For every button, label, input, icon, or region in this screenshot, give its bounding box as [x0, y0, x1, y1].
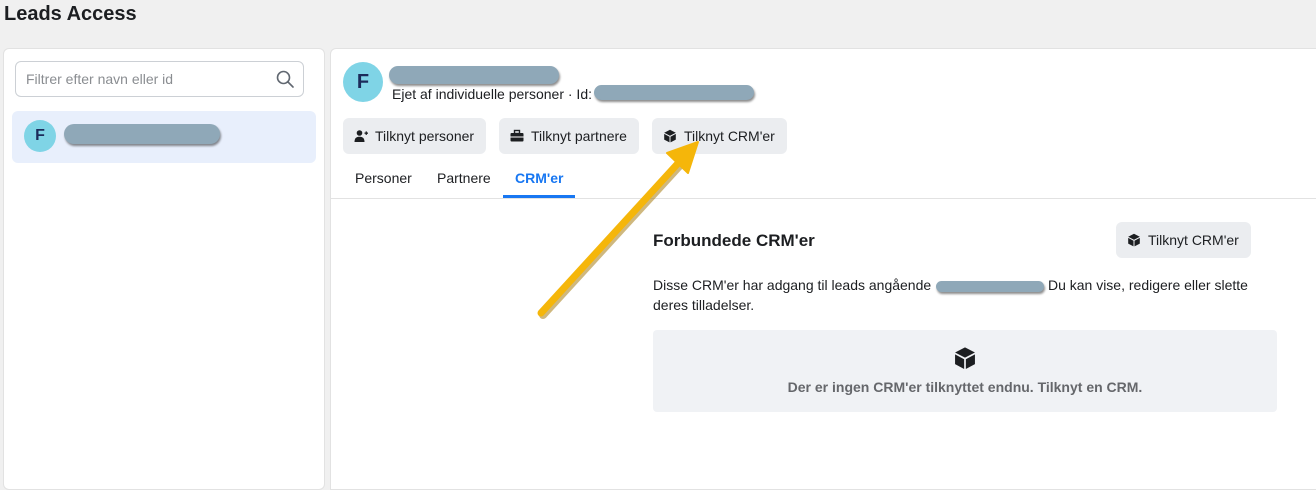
search-input[interactable]: Filtrer efter navn eller id — [15, 61, 304, 97]
redacted-id — [594, 85, 754, 100]
connect-crm-button[interactable]: Tilknyt CRM'er — [652, 118, 787, 154]
tab-partnere[interactable]: Partnere — [425, 162, 503, 198]
owner-text: Ejet af individuelle personer · Id: — [392, 86, 592, 102]
tab-personer[interactable]: Personer — [343, 162, 424, 198]
tab-crm[interactable]: CRM'er — [503, 162, 576, 198]
section-title: Forbundede CRM'er — [653, 231, 815, 250]
search-placeholder: Filtrer efter navn eller id — [26, 71, 174, 87]
connect-crm-section-button[interactable]: Tilknyt CRM'er — [1116, 222, 1251, 258]
connect-crm-label: Tilknyt CRM'er — [684, 128, 775, 144]
search-icon[interactable] — [275, 69, 295, 89]
avatar: F — [24, 120, 56, 152]
connect-people-label: Tilknyt personer — [375, 128, 475, 144]
description-text-start: Disse CRM'er har adgang til leads angåen… — [653, 277, 932, 293]
briefcase-icon — [510, 129, 524, 142]
avatar: F — [343, 62, 383, 102]
redacted-inline — [936, 280, 1045, 292]
cube-icon — [1128, 233, 1140, 247]
cube-icon — [664, 129, 676, 143]
section-description: Disse CRM'er har adgang til leads angåen… — [653, 275, 1253, 315]
person-add-icon — [354, 130, 368, 142]
connect-people-button[interactable]: Tilknyt personer — [343, 118, 487, 154]
page-title: Leads Access — [4, 3, 137, 25]
empty-state: Der er ingen CRM'er tilknyttet endnu. Ti… — [653, 330, 1277, 412]
connect-partners-label: Tilknyt partnere — [531, 128, 627, 144]
redacted-name — [64, 124, 220, 144]
connect-partners-button[interactable]: Tilknyt partnere — [499, 118, 639, 154]
redacted-account-name — [389, 66, 559, 84]
cube-icon — [955, 347, 975, 369]
sidebar-item-account[interactable]: F — [12, 111, 316, 163]
detail-header: F Ejet af individuelle personer · Id: Ti… — [331, 49, 1316, 199]
account-detail-panel: F Ejet af individuelle personer · Id: Ti… — [330, 48, 1316, 490]
accounts-sidebar: Filtrer efter navn eller id F — [3, 48, 325, 490]
empty-state-message: Der er ingen CRM'er tilknyttet endnu. Ti… — [787, 379, 1143, 395]
connect-crm-section-label: Tilknyt CRM'er — [1148, 232, 1239, 248]
